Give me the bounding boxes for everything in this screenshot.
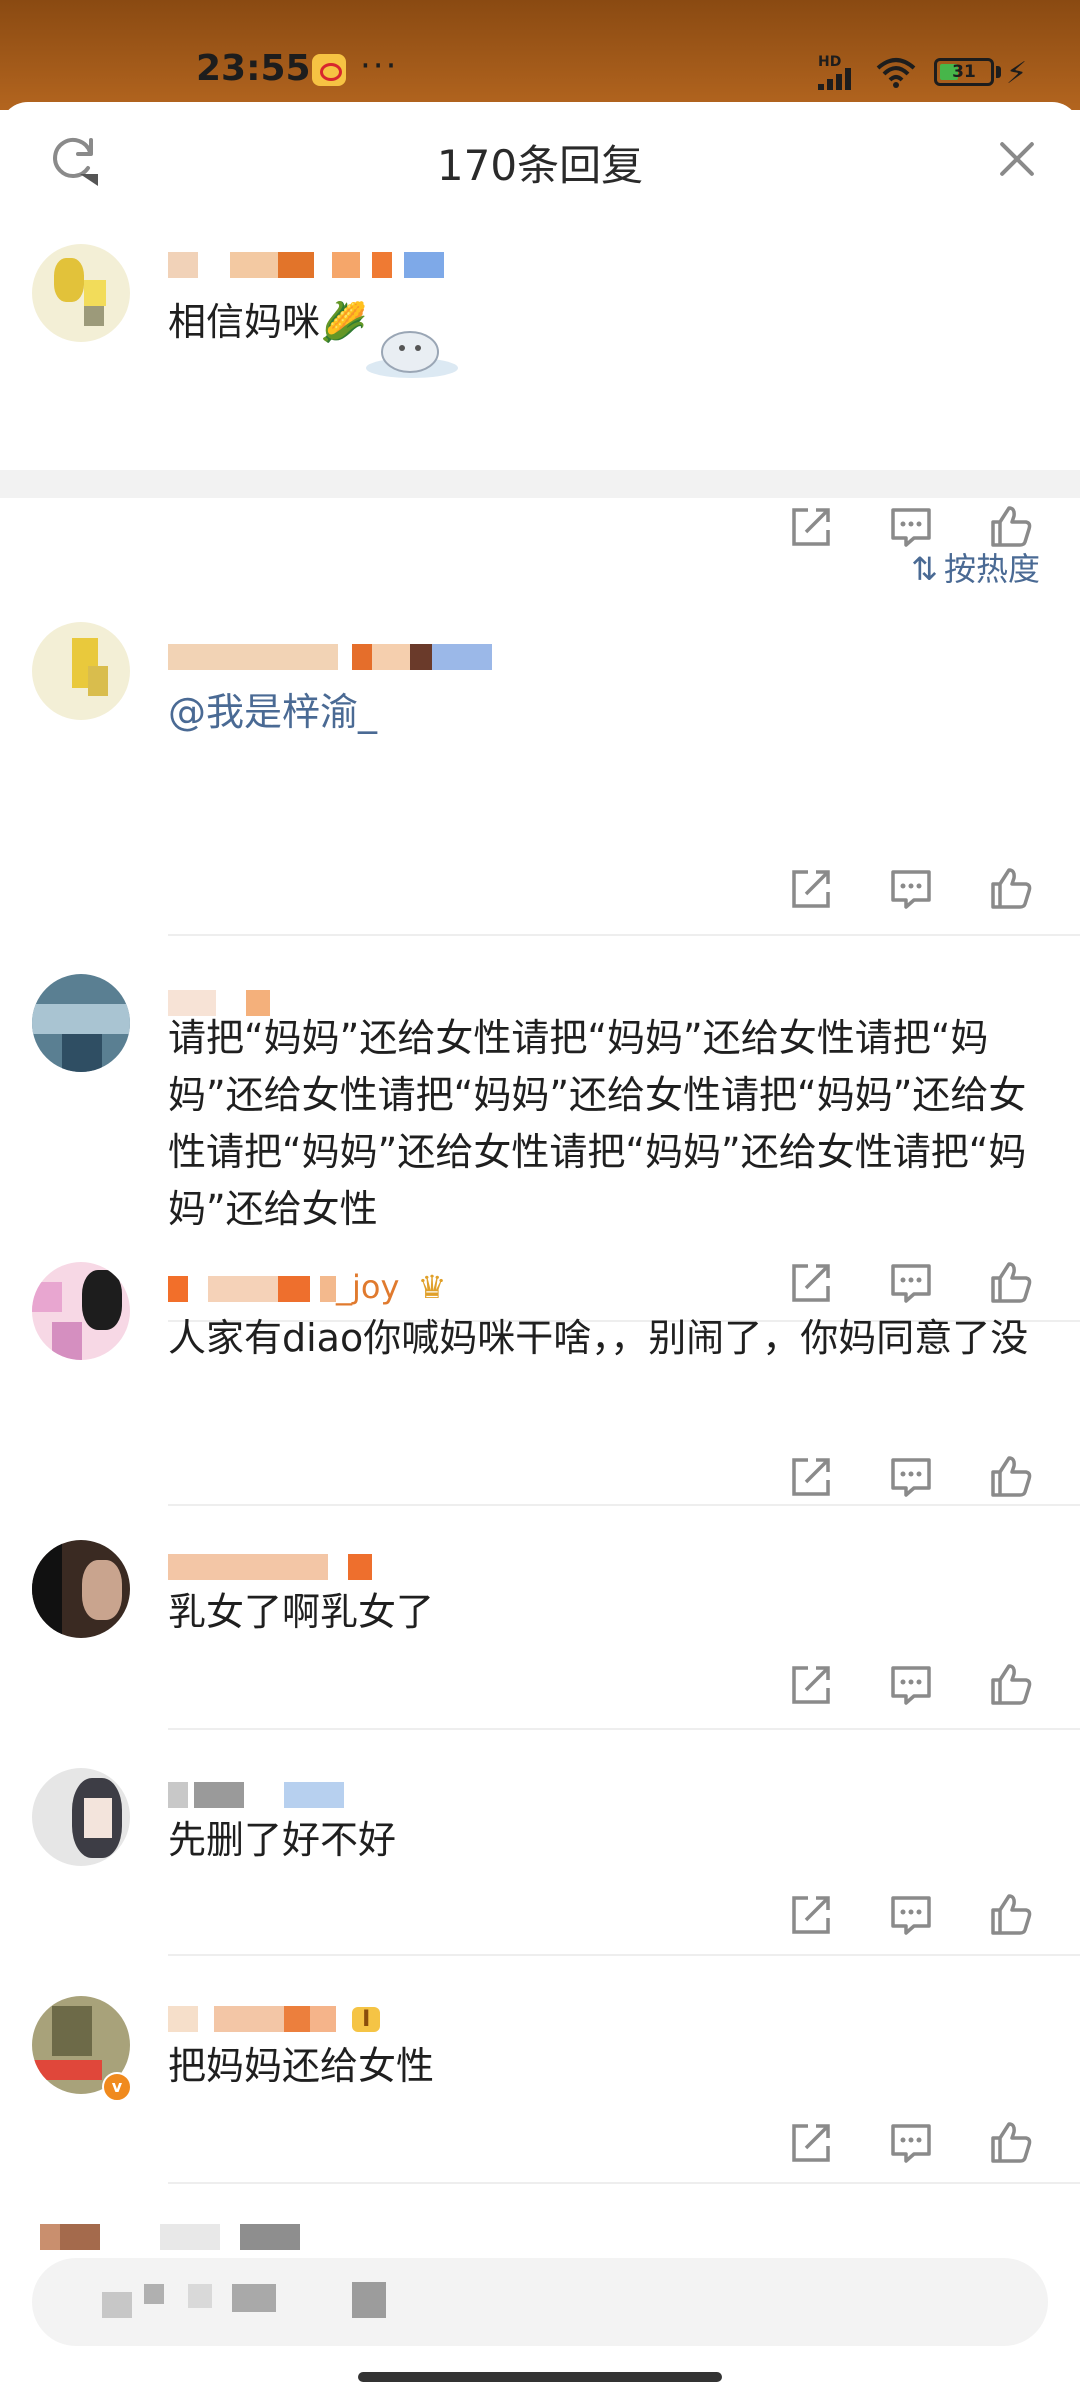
like-icon[interactable] <box>988 1454 1034 1500</box>
reply-icon[interactable] <box>888 2120 934 2166</box>
reply-sheet: 170条回复 相信妈咪🌽 ⇅ 按热度 @我是梓渝_ 请把“妈妈”还给女性请把“妈… <box>0 102 1080 2400</box>
username[interactable] <box>168 1774 344 1810</box>
section-divider <box>0 470 1080 498</box>
input-blur <box>188 2284 212 2308</box>
reply-icon[interactable] <box>888 1454 934 1500</box>
crown-badge-icon: ♛ <box>417 1268 447 1306</box>
username-suffix: _joy <box>336 1268 400 1306</box>
avatar[interactable] <box>32 1540 130 1638</box>
comment-actions <box>788 1454 1048 1504</box>
sticker-icon <box>366 331 458 378</box>
signal-icon <box>818 68 862 90</box>
comment-actions <box>788 1662 1048 1712</box>
battery-level: 31 <box>952 62 976 82</box>
comment-actions <box>788 2120 1048 2170</box>
battery-cap <box>996 66 1001 78</box>
input-blur <box>144 2284 164 2304</box>
sort-row: ⇅ 按热度 <box>0 522 1080 608</box>
charging-icon: ⚡ <box>1006 56 1028 91</box>
sort-label: 按热度 <box>943 550 1040 588</box>
comment-text: @我是梓渝_ <box>168 684 1048 741</box>
reply-icon[interactable] <box>888 1662 934 1708</box>
page-title: 170条回复 <box>436 141 644 190</box>
list-item: _joy ♛ 人家有diao你喊妈咪干啥，，别闹了，你妈同意了没 <box>0 1250 1080 1510</box>
username[interactable] <box>40 2216 300 2252</box>
reply-icon[interactable] <box>888 1892 934 1938</box>
list-item: 乳女了啊乳女了 <box>0 1532 1080 1752</box>
share-icon[interactable] <box>788 866 834 912</box>
like-icon[interactable] <box>988 1662 1034 1708</box>
avatar[interactable] <box>32 974 130 1072</box>
comment-text: 把妈妈还给女性 <box>168 2044 435 2088</box>
divider <box>168 1728 1080 1730</box>
level-badge: I <box>352 2006 381 2032</box>
share-icon[interactable] <box>788 1454 834 1500</box>
comment-text: 相信妈咪🌽 <box>168 300 368 344</box>
sort-icon: ⇅ <box>911 550 938 588</box>
list-item: 先删了好不好 <box>0 1760 1080 1980</box>
comment-text: 乳女了啊乳女了 <box>168 1590 435 1634</box>
share-icon[interactable] <box>788 1662 834 1708</box>
divider <box>168 1954 1080 1956</box>
like-icon[interactable] <box>988 1892 1034 1938</box>
username[interactable] <box>168 244 444 280</box>
reply-input[interactable] <box>32 2258 1048 2346</box>
username[interactable]: _joy ♛ <box>168 1268 447 1306</box>
divider <box>168 1504 1080 1506</box>
like-icon[interactable] <box>988 866 1034 912</box>
input-blur <box>352 2282 386 2318</box>
comment-actions <box>788 866 1048 916</box>
sheet-header: 170条回复 <box>0 102 1080 220</box>
comment-actions <box>788 1892 1048 1942</box>
weibo-notification-icon <box>312 54 346 86</box>
share-icon[interactable] <box>788 2120 834 2166</box>
username[interactable]: I <box>168 1998 381 2034</box>
username[interactable] <box>168 1546 372 1582</box>
avatar[interactable] <box>32 1768 130 1866</box>
divider <box>168 934 1080 936</box>
avatar[interactable] <box>32 622 130 720</box>
list-item <box>0 2206 1080 2266</box>
more-notifications-icon: ··· <box>360 46 399 86</box>
comment-text: 先删了好不好 <box>168 1818 397 1862</box>
verified-badge-icon: v <box>102 2072 132 2102</box>
input-blur <box>102 2292 132 2318</box>
list-item: @我是梓渝_ <box>0 622 1080 934</box>
mention-link[interactable]: @我是梓渝_ <box>168 690 377 734</box>
comment-text: 人家有diao你喊妈咪干啥，，别闹了，你妈同意了没 <box>168 1316 1029 1360</box>
like-icon[interactable] <box>988 2120 1034 2166</box>
home-indicator[interactable] <box>358 2372 722 2382</box>
comment-text: 请把“妈妈”还给女性请把“妈妈”还给女性请把“妈妈”还给女性请把“妈妈”还给女性… <box>168 1016 1027 1231</box>
input-blur <box>232 2284 276 2312</box>
status-time: 23:55 <box>196 48 311 89</box>
root-comment: 相信妈咪🌽 <box>0 220 1080 547</box>
status-bar: 23:55 ··· HD 31 ⚡ <box>0 0 1080 110</box>
username[interactable] <box>168 636 492 672</box>
reply-icon[interactable] <box>888 866 934 912</box>
divider <box>168 2182 1080 2184</box>
battery-icon: 31 <box>934 58 994 86</box>
share-icon[interactable] <box>788 1892 834 1938</box>
list-item: v I 把妈妈还给女性 <box>0 1988 1080 2208</box>
avatar[interactable] <box>32 1262 130 1360</box>
sort-button[interactable]: ⇅ 按热度 <box>911 544 1040 590</box>
wifi-icon <box>876 58 916 88</box>
close-icon[interactable] <box>990 132 1044 186</box>
avatar[interactable] <box>32 244 130 342</box>
